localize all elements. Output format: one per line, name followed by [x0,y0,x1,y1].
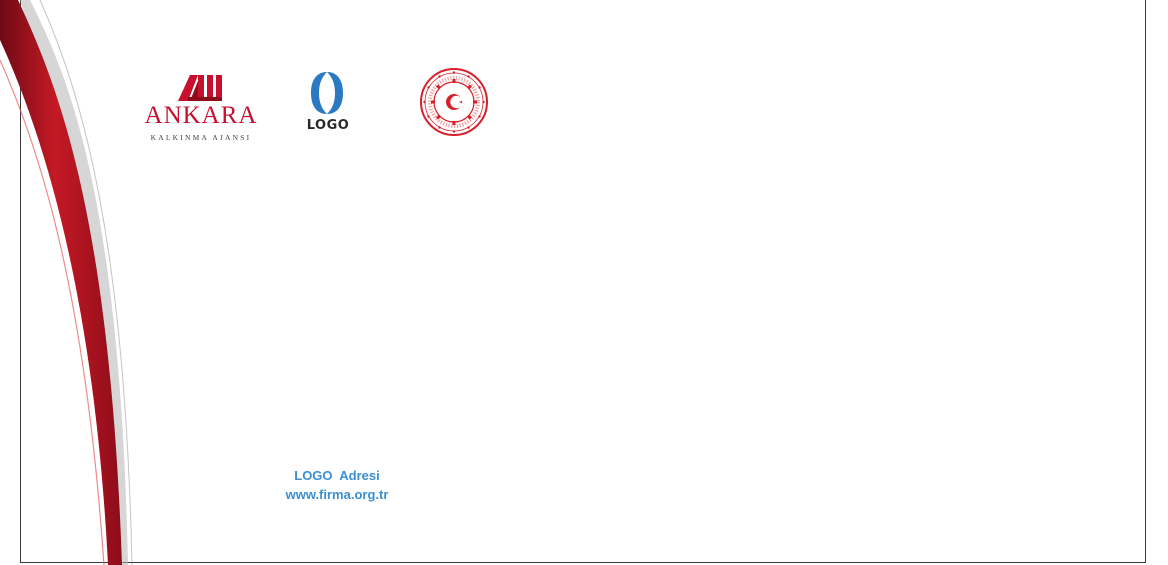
ankara-wordmark: ANKARA [144,102,258,129]
logo-wordmark: LOGO [306,118,350,133]
address-block: LOGO Adresi www.firma.org.tr [262,466,412,504]
address-title: LOGO Adresi [294,468,380,483]
logo-row: ANKARA KALKINMA AJANSI LOGO [130,60,530,160]
ankara-logo: ANKARA KALKINMA AJANSI [138,72,260,147]
logo-mark-icon [311,72,343,114]
envelope: ANKARA KALKINMA AJANSI LOGO LOGO Adresi … [0,0,1168,565]
website-link[interactable]: www.firma.org.tr [262,485,412,504]
ankara-subtitle: KALKINMA AJANSI [150,133,252,142]
ankara-mark-icon [178,75,222,101]
ministry-seal-icon [420,68,488,136]
logo-company-logo: LOGO [290,68,366,150]
